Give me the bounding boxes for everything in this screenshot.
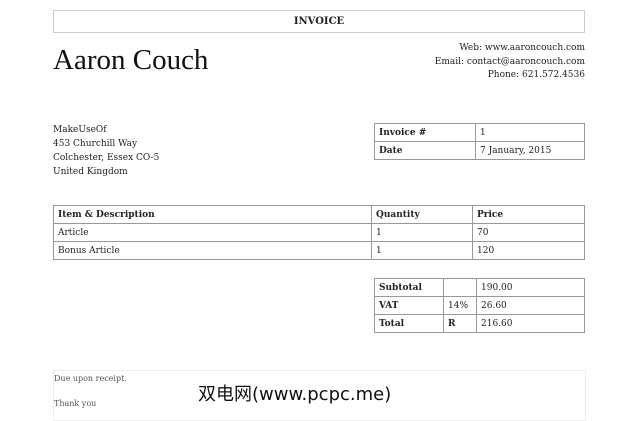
watermark: 双电网(www.pcpc.me) (198, 380, 392, 406)
value: 190.00 (476, 278, 585, 297)
web: Web: www.aaroncouch.com (459, 43, 585, 53)
value: 216.60 (476, 314, 585, 333)
cell: 1 (371, 241, 473, 260)
cell: 70 (472, 223, 585, 242)
label: Invoice # (374, 123, 476, 142)
cell: 1 (371, 223, 473, 242)
address-line: MakeUseOf (53, 125, 107, 135)
value: 26.60 (476, 296, 585, 315)
header-cell: Price (472, 205, 585, 224)
invoice-meta-table: Invoice #1 Date 7 January, 2015 (374, 123, 585, 160)
address-line: United Kingdom (53, 167, 128, 177)
thanks: Thank you (54, 399, 97, 408)
table-row: Total R 216.60 (374, 314, 585, 333)
currency: R (443, 314, 477, 333)
cell: Bonus Article (53, 241, 372, 260)
cell: Article (53, 223, 372, 242)
terms: Due upon receipt. (54, 374, 127, 383)
client-address: MakeUseOf 453 Churchill Way Colchester, … (53, 123, 159, 179)
table-row: Bonus Article 1 120 (53, 241, 585, 260)
table-row: Invoice #1 (374, 123, 585, 142)
header-cell: Item & Description (53, 205, 372, 224)
email: Email: contact@aaroncouch.com (434, 56, 585, 67)
table-row: Subtotal 190.00 (374, 278, 585, 297)
address-line: Colchester, Essex CO-5 (53, 153, 160, 163)
totals-table: Subtotal 190.00 VAT 14% 26.60 Total R 216.60 (374, 278, 585, 333)
value: 1 (475, 123, 585, 142)
cell: 120 (472, 241, 585, 260)
label: VAT (374, 296, 444, 315)
items-table: Item & Description Quantity Price Article 1… (53, 205, 585, 260)
vat-rate: 14% (443, 296, 477, 315)
table-row: Date 7 January, 2015 (374, 141, 585, 160)
label: Total (374, 314, 444, 333)
company-name: Aaron Couch (53, 44, 209, 76)
address-line: 453 Churchill Way (53, 139, 138, 149)
table-row: VAT 14% 26.60 (374, 296, 585, 315)
invoice-header: INVOICE (53, 10, 585, 33)
value: 7 January, 2015 (475, 141, 585, 160)
table-row: Article 1 70 (53, 223, 585, 242)
header-cell: Quantity (371, 205, 473, 224)
table-header: Item & Description Quantity Price (53, 205, 585, 224)
contact-info: Web: www.aaroncouch.com Email: contact@a… (435, 42, 585, 83)
label: Date (374, 141, 476, 160)
phone: Phone: 621.572.4536 (487, 70, 585, 80)
label: Subtotal (374, 278, 444, 297)
